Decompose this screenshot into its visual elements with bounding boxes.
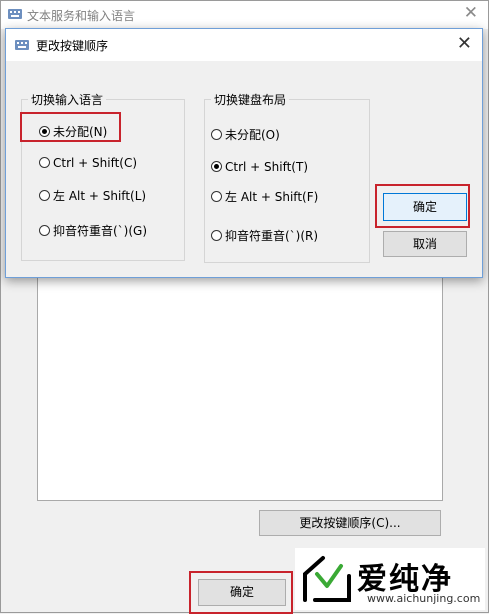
switch-keyboard-layout-group: 切换键盘布局 未分配(O) Ctrl + Shift(T) 左 Alt + Sh… xyxy=(204,91,370,263)
radio-label: 未分配(O) xyxy=(225,128,280,142)
radio-button[interactable] xyxy=(211,230,222,241)
highlight-box xyxy=(375,184,470,228)
radio-button[interactable] xyxy=(211,161,222,172)
dialog-title: 更改按键顺序 xyxy=(36,39,109,53)
group-legend: 切换输入语言 xyxy=(28,91,107,108)
close-icon[interactable]: ✕ xyxy=(464,3,478,23)
radio-label: 左 Alt + Shift(F) xyxy=(225,190,319,204)
radio-label: 抑音符重音(`)(G) xyxy=(53,224,148,238)
radio-button[interactable] xyxy=(39,225,50,236)
group-legend: 切换键盘布局 xyxy=(211,91,290,108)
dialog-titlebar: 更改按键顺序 ✕ xyxy=(6,29,482,61)
radio-label: Ctrl + Shift(C) xyxy=(53,156,138,170)
watermark-url: www.aichunjing.com xyxy=(367,592,481,605)
dialog-cancel-button[interactable]: 取消 xyxy=(383,231,467,257)
watermark: 爱纯净 www.aichunjing.com xyxy=(295,548,485,610)
radio-button[interactable] xyxy=(39,157,50,168)
highlight-box xyxy=(20,112,121,142)
keyboard-app-icon xyxy=(8,9,22,19)
radio-button[interactable] xyxy=(211,191,222,202)
radio-label: 抑音符重音(`)(R) xyxy=(225,229,319,243)
window-title: 文本服务和输入语言 xyxy=(27,9,136,23)
outer-titlebar: 文本服务和输入语言 ✕ xyxy=(1,1,488,29)
input-language-list[interactable] xyxy=(37,261,443,501)
radio-button[interactable] xyxy=(211,129,222,140)
radio-label: Ctrl + Shift(T) xyxy=(225,160,309,174)
radio-label: 左 Alt + Shift(L) xyxy=(53,189,147,203)
brand-logo-icon xyxy=(303,556,351,602)
highlight-box xyxy=(189,571,293,614)
radio-button[interactable] xyxy=(39,190,50,201)
keyboard-app-icon xyxy=(15,40,29,50)
change-key-sequence-button[interactable]: 更改按键顺序(C)... xyxy=(259,510,441,536)
change-key-sequence-dialog: 更改按键顺序 ✕ 切换输入语言 未分配(N) Ctrl + Shift(C) 左… xyxy=(5,28,483,278)
close-icon[interactable]: ✕ xyxy=(457,33,472,54)
